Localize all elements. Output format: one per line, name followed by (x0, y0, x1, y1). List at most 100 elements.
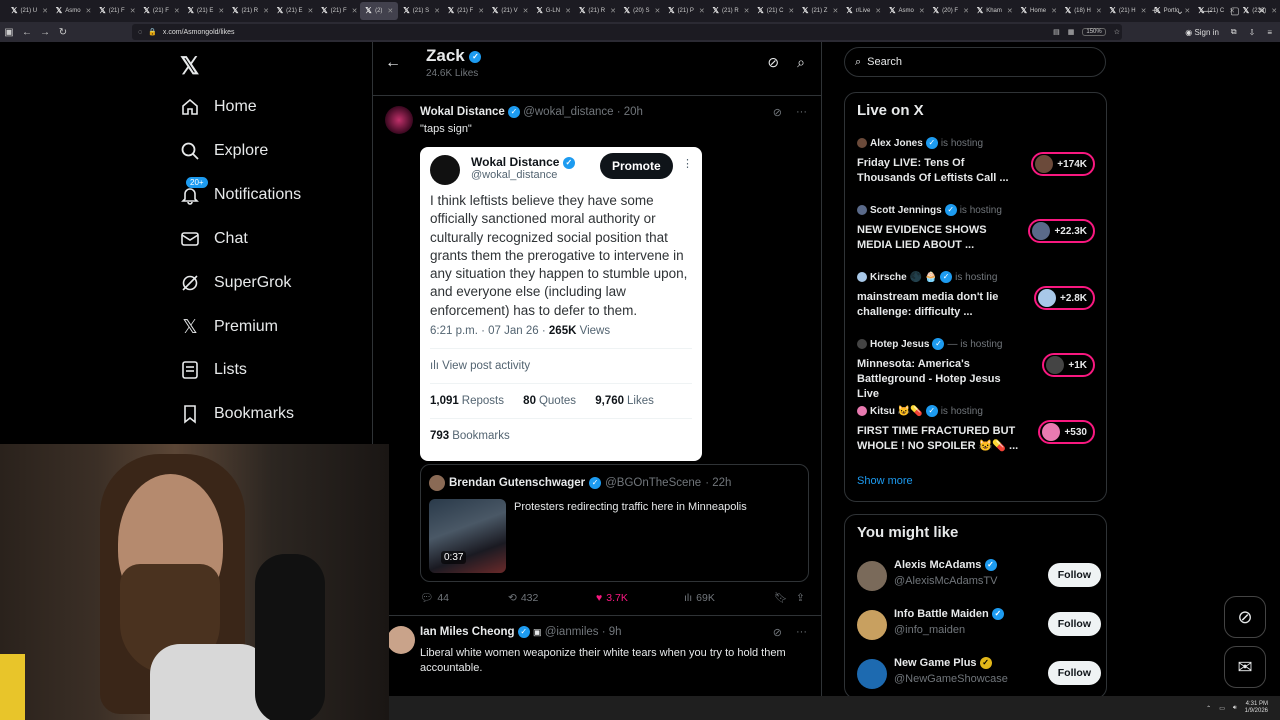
zoom-level[interactable]: 150% (1082, 28, 1106, 36)
tab-close-icon[interactable]: ✕ (86, 7, 92, 15)
quoted-post[interactable]: Brendan Gutenschwager ✓ @BGOnTheScene · … (420, 464, 809, 582)
browser-tab[interactable]: 𝕏 (21) Z ✕ (797, 2, 841, 20)
bookmark-icon[interactable]: 🔖︎ (774, 591, 796, 604)
reposts-stat[interactable]: 1,091 Reposts (430, 395, 512, 407)
reload-icon[interactable]: ↻ (54, 27, 72, 38)
address-bar[interactable]: ◌ 🔒 x.com/Asmongold/likes (132, 24, 1122, 40)
maximize-icon[interactable]: ▢ (1230, 6, 1239, 17)
forward-icon[interactable]: → (36, 27, 54, 38)
tab-close-icon[interactable]: ✕ (174, 7, 180, 15)
browser-tab[interactable]: 𝕏 (21) R ✕ (574, 2, 619, 20)
volume-icon[interactable]: 🔊︎ (1233, 705, 1237, 712)
tab-close-icon[interactable]: ✕ (218, 7, 224, 15)
close-window-icon[interactable]: ✕ (1258, 6, 1266, 17)
extensions-icon[interactable]: ⧉ (1231, 27, 1237, 37)
browser-tab[interactable]: 𝕏 Kham ✕ (972, 2, 1016, 20)
search-icon[interactable]: ⌕ (797, 54, 805, 71)
tab-close-icon[interactable]: ✕ (42, 7, 48, 15)
suggested-account[interactable]: Alexis McAdams ✓ @AlexisMcAdamsTV Follow (857, 559, 1101, 593)
browser-tab[interactable]: 𝕏 (21) R ✕ (227, 2, 272, 20)
tab-close-icon[interactable]: ✕ (523, 7, 529, 15)
listener-count-pill[interactable]: +2.8K (1034, 286, 1095, 310)
browser-tab[interactable]: 𝕏 (21) U ✕ (6, 2, 51, 20)
tab-close-icon[interactable]: ✕ (308, 7, 314, 15)
account-name[interactable]: New Game Plus ✓ (894, 657, 992, 670)
nav-chat[interactable]: Chat (180, 229, 248, 249)
more-icon[interactable]: ··· (796, 626, 807, 639)
card-author-name[interactable]: Wokal Distance ✓ (471, 155, 575, 169)
more-icon[interactable]: ⋮ (682, 157, 693, 170)
new-tab-icon[interactable]: + (1152, 6, 1158, 17)
mail-icon[interactable]: ✉ (1224, 646, 1266, 688)
browser-tab[interactable]: 𝕏 (18) H ✕ (1060, 2, 1105, 20)
avatar[interactable] (387, 626, 415, 654)
browser-tab[interactable]: 𝕏 (21) R ✕ (708, 2, 753, 20)
avatar[interactable] (857, 659, 887, 689)
like-button[interactable]: ♥ 3.7K (596, 592, 684, 604)
tab-close-icon[interactable]: ✕ (387, 7, 393, 15)
browser-tab[interactable]: 𝕏 (21) C ✕ (752, 2, 797, 20)
author-name[interactable]: Ian Miles Cheong (420, 626, 515, 638)
network-icon[interactable]: ▭ (1219, 705, 1225, 712)
account-name[interactable]: Alexis McAdams ✓ (894, 559, 997, 572)
tweet-time[interactable]: · 9h (602, 626, 622, 638)
follow-button[interactable]: Follow (1047, 563, 1101, 587)
tab-close-icon[interactable]: ✕ (610, 7, 616, 15)
author-handle[interactable]: @ianmiles (545, 626, 599, 638)
tab-close-icon[interactable]: ✕ (263, 7, 269, 15)
share-icon[interactable]: ⇪ (796, 592, 805, 604)
account-name[interactable]: Info Battle Maiden ✓ (894, 608, 1004, 621)
author-handle[interactable]: @wokal_distance (523, 106, 613, 118)
back-icon[interactable]: ← (18, 27, 36, 38)
tab-close-icon[interactable]: ✕ (1141, 7, 1147, 15)
bookmarks-stat[interactable]: 793 Bookmarks (430, 430, 510, 442)
listener-count-pill[interactable]: +174K (1031, 152, 1095, 176)
browser-tab[interactable]: 𝕏 (21) S ✕ (398, 2, 442, 20)
menu-icon[interactable]: ≡ (1267, 28, 1272, 37)
tab-close-icon[interactable]: ✕ (1096, 7, 1102, 15)
tab-close-icon[interactable]: ✕ (832, 7, 838, 15)
tab-close-icon[interactable]: ✕ (963, 7, 969, 15)
tab-close-icon[interactable]: ✕ (478, 7, 484, 15)
tab-close-icon[interactable]: ✕ (130, 7, 136, 15)
browser-tab[interactable]: 𝕏 (21) F ✕ (94, 2, 138, 20)
browser-tab[interactable]: 𝕏 (21) F ✕ (443, 2, 487, 20)
promote-button[interactable]: Promote (600, 153, 673, 179)
grok-icon[interactable]: ⊘ (773, 106, 782, 119)
avatar[interactable] (430, 155, 460, 185)
follow-button[interactable]: Follow (1047, 612, 1101, 636)
tweet-time[interactable]: · 20h (617, 106, 643, 118)
browser-tab[interactable]: 𝕏 (21) F ✕ (138, 2, 182, 20)
reply-button[interactable]: 💬︎ 44 (420, 591, 508, 605)
nav-supergrok[interactable]: SuperGrok (180, 273, 291, 293)
show-more-link[interactable]: Show more (857, 475, 913, 487)
browser-tab[interactable]: 𝕏 Asmo ✕ (51, 2, 95, 20)
minimize-icon[interactable]: — (1202, 6, 1212, 17)
grok-icon[interactable]: ⊘ (1224, 596, 1266, 638)
browser-tab[interactable]: 𝕏 (21) F ✕ (316, 2, 360, 20)
sidebar-toggle-icon[interactable]: ▣ (0, 27, 18, 38)
follow-button[interactable]: Follow (1047, 661, 1101, 685)
search-input[interactable]: ⌕ Search (844, 47, 1106, 77)
tweet[interactable]: Ian Miles Cheong ✓ ▣ @ianmiles · 9h ⊘ ··… (373, 615, 821, 696)
browser-tab[interactable]: 𝕏 (21) V ✕ (487, 2, 531, 20)
tab-close-icon[interactable]: ✕ (919, 7, 925, 15)
nav-premium[interactable]: 𝕏 Premium (180, 317, 278, 338)
avatar[interactable] (429, 475, 445, 491)
listener-count-pill[interactable]: +1K (1042, 353, 1095, 377)
tab-close-icon[interactable]: ✕ (565, 7, 571, 15)
browser-tab[interactable]: 𝕏 (21) E ✕ (183, 2, 227, 20)
listener-count-pill[interactable]: +530 (1038, 420, 1095, 444)
tab-close-icon[interactable]: ✕ (875, 7, 881, 15)
browser-tab[interactable]: 𝕏r/Live ✕ (841, 2, 884, 20)
tab-close-icon[interactable]: ✕ (744, 7, 750, 15)
browser-tab[interactable]: 𝕏 (2) ✕ (360, 2, 399, 20)
repost-button[interactable]: ⟲ 432 (508, 592, 596, 604)
browser-tab[interactable]: 𝕏 (21) E ✕ (272, 2, 316, 20)
more-icon[interactable]: ··· (796, 106, 807, 119)
sign-in-button[interactable]: ◉ Sign in (1185, 28, 1219, 37)
tab-close-icon[interactable]: ✕ (654, 7, 660, 15)
nav-notifications[interactable]: 20+ Notifications (180, 177, 301, 205)
tab-close-icon[interactable]: ✕ (434, 7, 440, 15)
download-icon[interactable]: ⇩ (1249, 28, 1256, 37)
